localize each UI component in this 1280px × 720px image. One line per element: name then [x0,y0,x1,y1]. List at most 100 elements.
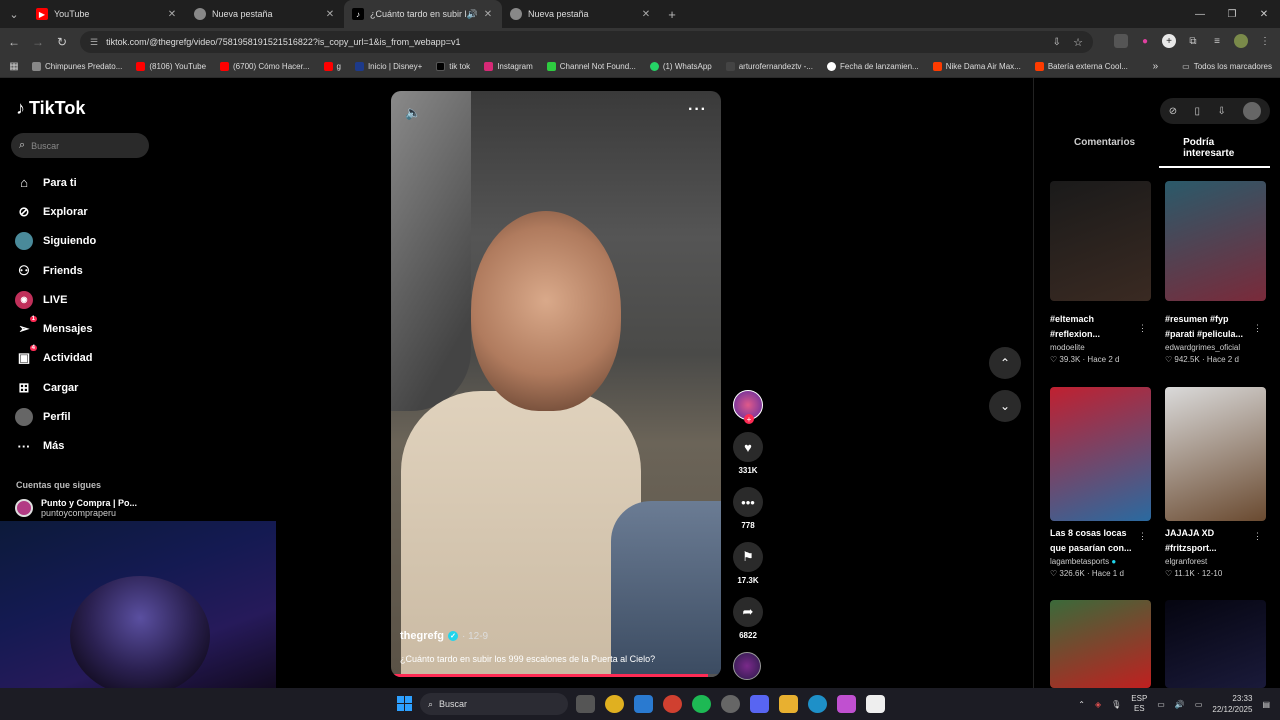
phone-icon[interactable]: ▯ [1195,106,1201,117]
bookmark-item[interactable]: Nike Dama Air Max... [932,62,1021,71]
close-window-icon[interactable]: ✕ [1248,0,1280,28]
store-icon[interactable] [866,695,885,713]
video-progress-bar[interactable] [391,674,721,677]
speaker-icon[interactable]: 🔊 [467,9,478,20]
bookmark-item[interactable]: (8106) YouTube [136,62,206,71]
antivirus-icon[interactable]: ◈ [1095,700,1101,709]
bookmark-item[interactable]: Batería externa Cool... [1034,62,1128,71]
record-extension-icon[interactable]: ● [1138,34,1152,48]
music-disc-avatar[interactable] [733,652,761,680]
save-button[interactable]: ⚑ 17.3K [733,542,763,585]
profile-avatar-icon[interactable] [1234,34,1248,48]
recommended-card[interactable]: ⋮ #resumen #fyp #parati #pelicula... edw… [1165,181,1266,364]
puzzle-icon[interactable]: ⧉ [1186,34,1200,48]
url-bar[interactable]: ☰ tiktok.com/@thegrefg/video/75819581915… [80,31,1093,53]
like-button[interactable]: ♥ 331K [733,432,763,475]
tab-tiktok-video[interactable]: ♪ ¿Cuánto tardo en subir los 🔊 ✕ [344,0,502,28]
install-app-icon[interactable]: ⇩ [1053,37,1061,48]
bookmark-item[interactable]: (1) WhatsApp [649,62,712,71]
download-icon[interactable]: ⇩ [1217,106,1225,117]
file-explorer-icon[interactable] [779,695,798,713]
notification-icon[interactable]: ▤ [1262,700,1270,709]
card-author[interactable]: edwardgrimes_oficial [1165,343,1266,352]
chrome-icon[interactable] [605,695,624,713]
bookmark-item[interactable]: Instagram [484,62,533,71]
tab-search-button[interactable]: ⌄ [0,0,28,28]
sidebar-item-para-ti[interactable]: ⌂ Para ti [15,168,96,197]
sidebar-item-live[interactable]: ◉ LIVE [15,285,96,314]
more-options-icon[interactable]: ⋮ [1138,531,1147,542]
close-icon[interactable]: ✕ [324,9,336,20]
bookmark-item[interactable]: Chimpunes Predato... [32,62,122,71]
forward-icon[interactable]: → [26,35,50,49]
video-thumbnail[interactable] [1165,181,1266,301]
chevron-right-icon[interactable]: » [1153,61,1159,72]
tab-new-1[interactable]: Nueva pestaña ✕ [186,0,344,28]
tab-podria-interesarte[interactable]: Podría interesarte [1159,137,1270,168]
new-tab-button[interactable]: + [660,7,684,22]
maximize-icon[interactable]: ❐ [1216,0,1248,28]
card-author[interactable]: lagambetasports ● [1050,557,1151,566]
recommended-card[interactable]: ⋮ JAJAJA XD #fritzsport... elgranforest … [1165,387,1266,578]
bookmark-item[interactable]: tik tok [436,62,470,71]
creator-avatar[interactable]: + [733,390,763,424]
search-input[interactable]: ⌕ Buscar [11,133,149,158]
compass-icon[interactable]: ⊘ [1169,106,1177,117]
followed-account-item[interactable]: Punto y Compra | Po... puntoycompraperu [15,498,137,518]
sidebar-item-friends[interactable]: ⚇ Friends [15,256,96,285]
minimize-icon[interactable]: — [1184,0,1216,28]
share-button[interactable]: ➦ 6822 [733,597,763,640]
tab-new-2[interactable]: Nueva pestaña ✕ [502,0,660,28]
edge-icon[interactable] [808,695,827,713]
sidebar-item-mas[interactable]: ··· Más [15,432,96,461]
kebab-menu-icon[interactable]: ⋮ [1258,34,1272,48]
previous-video-button[interactable]: ⌃ [989,347,1021,379]
next-video-button[interactable]: ⌄ [989,390,1021,422]
bookmark-item[interactable]: Inicio | Disney+ [354,62,422,71]
close-icon[interactable]: ✕ [482,9,494,20]
video-thumbnail[interactable] [1165,600,1266,688]
bookmark-star-icon[interactable]: ☆ [1073,36,1083,49]
copilot-icon[interactable] [837,695,856,713]
video-thumbnail[interactable] [1050,181,1151,301]
site-info-icon[interactable]: ☰ [90,37,98,48]
battery-icon[interactable]: ▭ [1195,700,1203,709]
recommended-card[interactable]: ⋮ #eltemach #reflexion... modoelite ♡ 39… [1050,181,1151,364]
monitor-icon[interactable]: ▭ [1157,700,1165,709]
apps-grid-icon[interactable]: ▦ [0,61,28,72]
card-author[interactable]: elgranforest [1165,557,1266,566]
extension-icon[interactable] [1114,34,1128,48]
bookmark-item[interactable]: g [323,62,341,71]
task-view-icon[interactable] [576,695,595,713]
taskbar-clock[interactable]: 23:33 22/12/2025 [1212,693,1252,715]
bookmark-item[interactable]: Channel Not Found... [546,62,636,71]
more-options-icon[interactable]: ⋮ [1253,323,1262,334]
back-icon[interactable]: ← [2,35,26,49]
card-author[interactable]: modoelite [1050,343,1151,352]
tab-youtube[interactable]: ▶ YouTube ✕ [28,0,186,28]
chevron-up-icon[interactable]: ⌃ [1078,700,1085,709]
bookmark-item[interactable]: arturofernandeztv -... [725,62,813,71]
video-thumbnail[interactable] [1050,387,1151,521]
video-author[interactable]: thegrefg ✓ · 12-9 [400,630,488,642]
recommended-card[interactable]: ⋮ Las 8 cosas locas que pasarían con... … [1050,387,1151,578]
bookmark-item[interactable]: Fecha de lanzamien... [826,62,919,71]
windows-start-icon[interactable] [397,696,412,711]
sidebar-item-cargar[interactable]: ⊞ Cargar [15,373,96,402]
close-icon[interactable]: ✕ [640,9,652,20]
taskbar-search[interactable]: ⌕ Buscar [420,693,568,715]
volume-icon[interactable]: 🔊 [1175,700,1185,709]
recommended-card[interactable] [1050,600,1151,688]
recommended-card[interactable] [1165,600,1266,688]
language-indicator[interactable]: ESP ES [1131,694,1147,714]
video-thumbnail[interactable] [1050,600,1151,688]
more-options-icon[interactable]: ··· [688,101,707,119]
sidebar-item-mensajes[interactable]: ➢ 1 Mensajes [15,314,96,343]
video-thumbnail[interactable] [1165,387,1266,521]
settings-app-icon[interactable] [721,695,740,713]
discord-icon[interactable] [750,695,769,713]
bookmark-item[interactable]: (6700) Cómo Hacer... [220,62,310,71]
profile-avatar-icon[interactable] [1243,102,1262,120]
reload-icon[interactable]: ↻ [50,35,74,49]
sidebar-item-explorar[interactable]: ⊘ Explorar [15,197,96,226]
